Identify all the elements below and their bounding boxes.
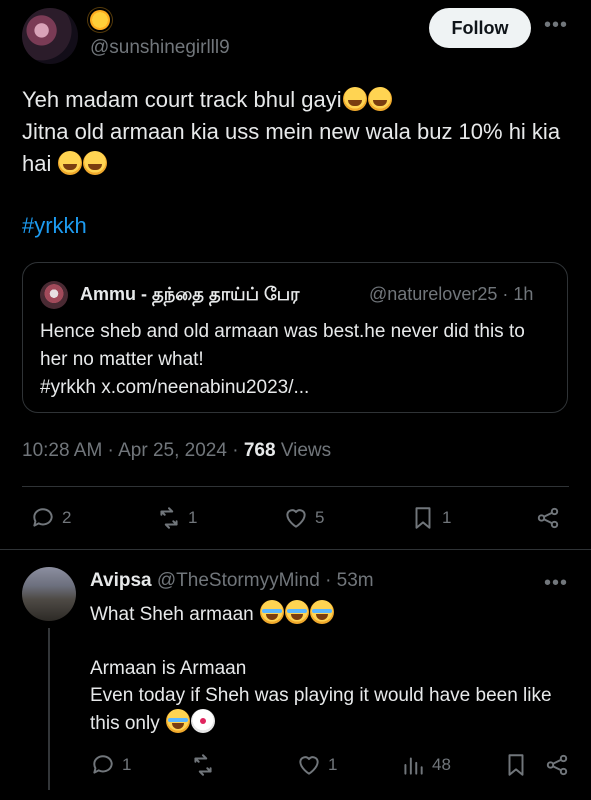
reply-icon	[93, 755, 113, 774]
like-button[interactable]: 1	[296, 752, 337, 778]
reply-button[interactable]: 2	[30, 505, 71, 531]
sun-emoji-icon	[90, 10, 110, 30]
tweet-meta: 10:28 AM · Apr 25, 2024 · 768 Views	[22, 440, 332, 461]
author-handle[interactable]: @sunshinegirlll9	[90, 37, 230, 59]
bookmark-icon	[415, 507, 431, 529]
quoted-text-line1: Hence sheb and old armaan was best.he ne…	[40, 321, 525, 370]
share-button[interactable]	[535, 505, 561, 531]
quoted-author-avatar	[40, 281, 68, 309]
views-label: Views	[280, 440, 332, 461]
divider	[22, 486, 569, 487]
tweet-text: Yeh madam court track bhul gayi Jitna ol…	[22, 84, 570, 180]
more-icon[interactable]: •••	[544, 572, 568, 595]
reply-text-line1: What Sheh armaan	[90, 604, 254, 625]
reply-author-handle[interactable]: @TheStormyyMind	[157, 570, 320, 591]
reply-text-line3: Even today if Sheh was playing it would …	[90, 685, 552, 734]
rofl-emoji-icon	[83, 151, 108, 175]
reply-author-name[interactable]: Avipsa	[90, 570, 152, 591]
like-button[interactable]: 5	[283, 505, 324, 531]
tweet-text-line1: Yeh madam court track bhul gayi	[22, 87, 342, 112]
rofl-emoji-icon	[342, 87, 367, 111]
share-icon	[546, 754, 568, 776]
divider	[0, 549, 591, 550]
quoted-time: · 1h	[502, 284, 534, 304]
reply-header: Avipsa @TheStormyyMind · 53m	[90, 570, 374, 592]
repost-icon	[160, 507, 178, 529]
reply-text: What Sheh armaan Armaan is Armaan Even t…	[90, 600, 570, 737]
quoted-text-line2: #yrkkh x.com/neenabinu2023/...	[40, 377, 310, 398]
follow-button[interactable]: Follow	[429, 8, 531, 48]
quoted-tweet-text: Hence sheb and old armaan was best.he ne…	[40, 318, 555, 402]
hashtag-link[interactable]: #yrkkh	[22, 213, 87, 239]
share-icon	[537, 507, 559, 529]
views-count: 768	[243, 440, 276, 461]
repost-icon	[194, 754, 212, 776]
tweet-date[interactable]: Apr 25, 2024	[118, 440, 227, 461]
reply-icon	[33, 508, 53, 527]
crying-emoji-icon	[309, 600, 334, 624]
like-icon	[286, 509, 306, 528]
views-button[interactable]: 48	[400, 752, 451, 778]
reply-author-avatar[interactable]	[22, 567, 76, 621]
views-count: 48	[432, 755, 451, 774]
bookmark-count: 1	[442, 508, 452, 527]
like-icon	[299, 756, 319, 775]
repost-count: 1	[188, 508, 198, 527]
crying-emoji-icon	[284, 600, 309, 624]
reply-time: · 53m	[325, 570, 374, 591]
quoted-author-name: Ammu - தந்தை தாய்ப் பேர	[80, 284, 300, 304]
quoted-author-handle: @naturelover25	[369, 284, 498, 304]
more-icon[interactable]: •••	[544, 14, 568, 37]
reply-count: 2	[62, 508, 72, 527]
crying-emoji-icon	[259, 600, 284, 624]
crying-emoji-icon	[165, 709, 190, 733]
tweet-time[interactable]: 10:28 AM	[22, 440, 102, 461]
repost-button[interactable]	[190, 752, 216, 778]
reply-count: 1	[122, 755, 132, 774]
bookmark-icon	[508, 754, 524, 776]
quoted-author-handle-time: @naturelover25 · 1h	[369, 284, 533, 305]
rofl-emoji-icon	[367, 87, 392, 111]
thread-line	[48, 628, 50, 790]
like-count: 1	[328, 755, 338, 774]
share-button[interactable]	[544, 752, 570, 778]
bookmark-button[interactable]: 1	[410, 505, 451, 531]
reply-text-line2: Armaan is Armaan	[90, 658, 247, 679]
bookmark-button[interactable]	[503, 752, 529, 778]
rofl-emoji-icon	[58, 151, 83, 175]
author-avatar[interactable]	[22, 8, 78, 64]
views-icon	[404, 757, 423, 775]
clown-emoji-icon	[190, 709, 215, 733]
like-count: 5	[315, 508, 325, 527]
reply-button[interactable]: 1	[90, 752, 131, 778]
repost-button[interactable]: 1	[156, 505, 197, 531]
